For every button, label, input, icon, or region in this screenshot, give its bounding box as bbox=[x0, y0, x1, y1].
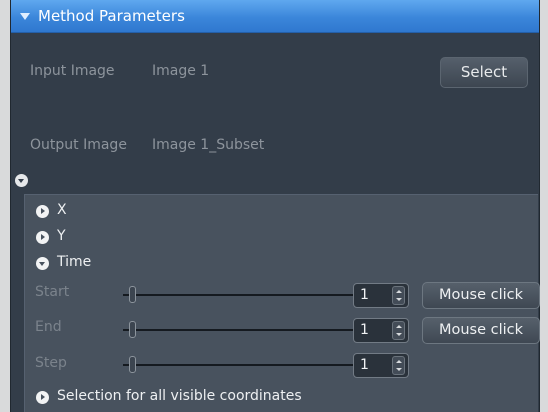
collapse-triangle-icon[interactable] bbox=[20, 13, 30, 20]
output-image-value: Image 1_Subset bbox=[152, 137, 265, 153]
tree-item-label: Time bbox=[57, 254, 92, 270]
tree-item-label: Y bbox=[57, 228, 66, 244]
expand-icon[interactable] bbox=[36, 205, 49, 218]
start-slider-thumb[interactable] bbox=[129, 286, 136, 303]
start-value[interactable]: 1 bbox=[360, 287, 369, 303]
panel-body: Method Parameters Input Image Image 1 Se… bbox=[10, 0, 540, 412]
step-slider-thumb[interactable] bbox=[129, 356, 136, 373]
end-slider-thumb[interactable] bbox=[129, 321, 136, 338]
step-label: Step bbox=[35, 355, 67, 371]
panel-title: Method Parameters bbox=[38, 7, 185, 25]
step-slider-track[interactable] bbox=[123, 364, 357, 366]
start-slider-track[interactable] bbox=[123, 294, 357, 296]
step-spinbox[interactable]: 1 bbox=[353, 353, 409, 378]
start-label: Start bbox=[35, 284, 70, 300]
start-mouse-click-button[interactable]: Mouse click bbox=[422, 282, 540, 309]
input-image-label: Input Image bbox=[30, 63, 115, 79]
expand-icon[interactable] bbox=[36, 231, 49, 244]
end-slider-track[interactable] bbox=[123, 329, 357, 331]
input-image-value: Image 1 bbox=[152, 63, 210, 79]
panel-header[interactable]: Method Parameters bbox=[11, 0, 539, 33]
spin-arrows-icon[interactable] bbox=[392, 286, 405, 305]
start-spinbox[interactable]: 1 bbox=[353, 283, 409, 308]
end-value[interactable]: 1 bbox=[360, 322, 369, 338]
end-spinbox[interactable]: 1 bbox=[353, 318, 409, 343]
spin-arrows-icon[interactable] bbox=[392, 321, 405, 340]
end-mouse-click-button[interactable]: Mouse click bbox=[422, 317, 540, 344]
tree-item-label: X bbox=[57, 202, 67, 218]
select-button[interactable]: Select bbox=[440, 57, 528, 88]
output-image-label: Output Image bbox=[30, 137, 127, 153]
collapse-icon[interactable] bbox=[36, 257, 49, 270]
expand-icon[interactable] bbox=[36, 391, 49, 404]
method-parameters-panel: Method Parameters Input Image Image 1 Se… bbox=[0, 0, 548, 412]
step-value[interactable]: 1 bbox=[360, 357, 369, 373]
spin-arrows-icon[interactable] bbox=[392, 356, 405, 375]
end-label: End bbox=[35, 319, 62, 335]
collapse-section-icon[interactable] bbox=[15, 174, 28, 187]
dimension-selection-group: X Y Time Start 1 Mouse click End 1 Mouse… bbox=[24, 194, 540, 412]
tree-item-label: Selection for all visible coordinates bbox=[57, 388, 302, 404]
